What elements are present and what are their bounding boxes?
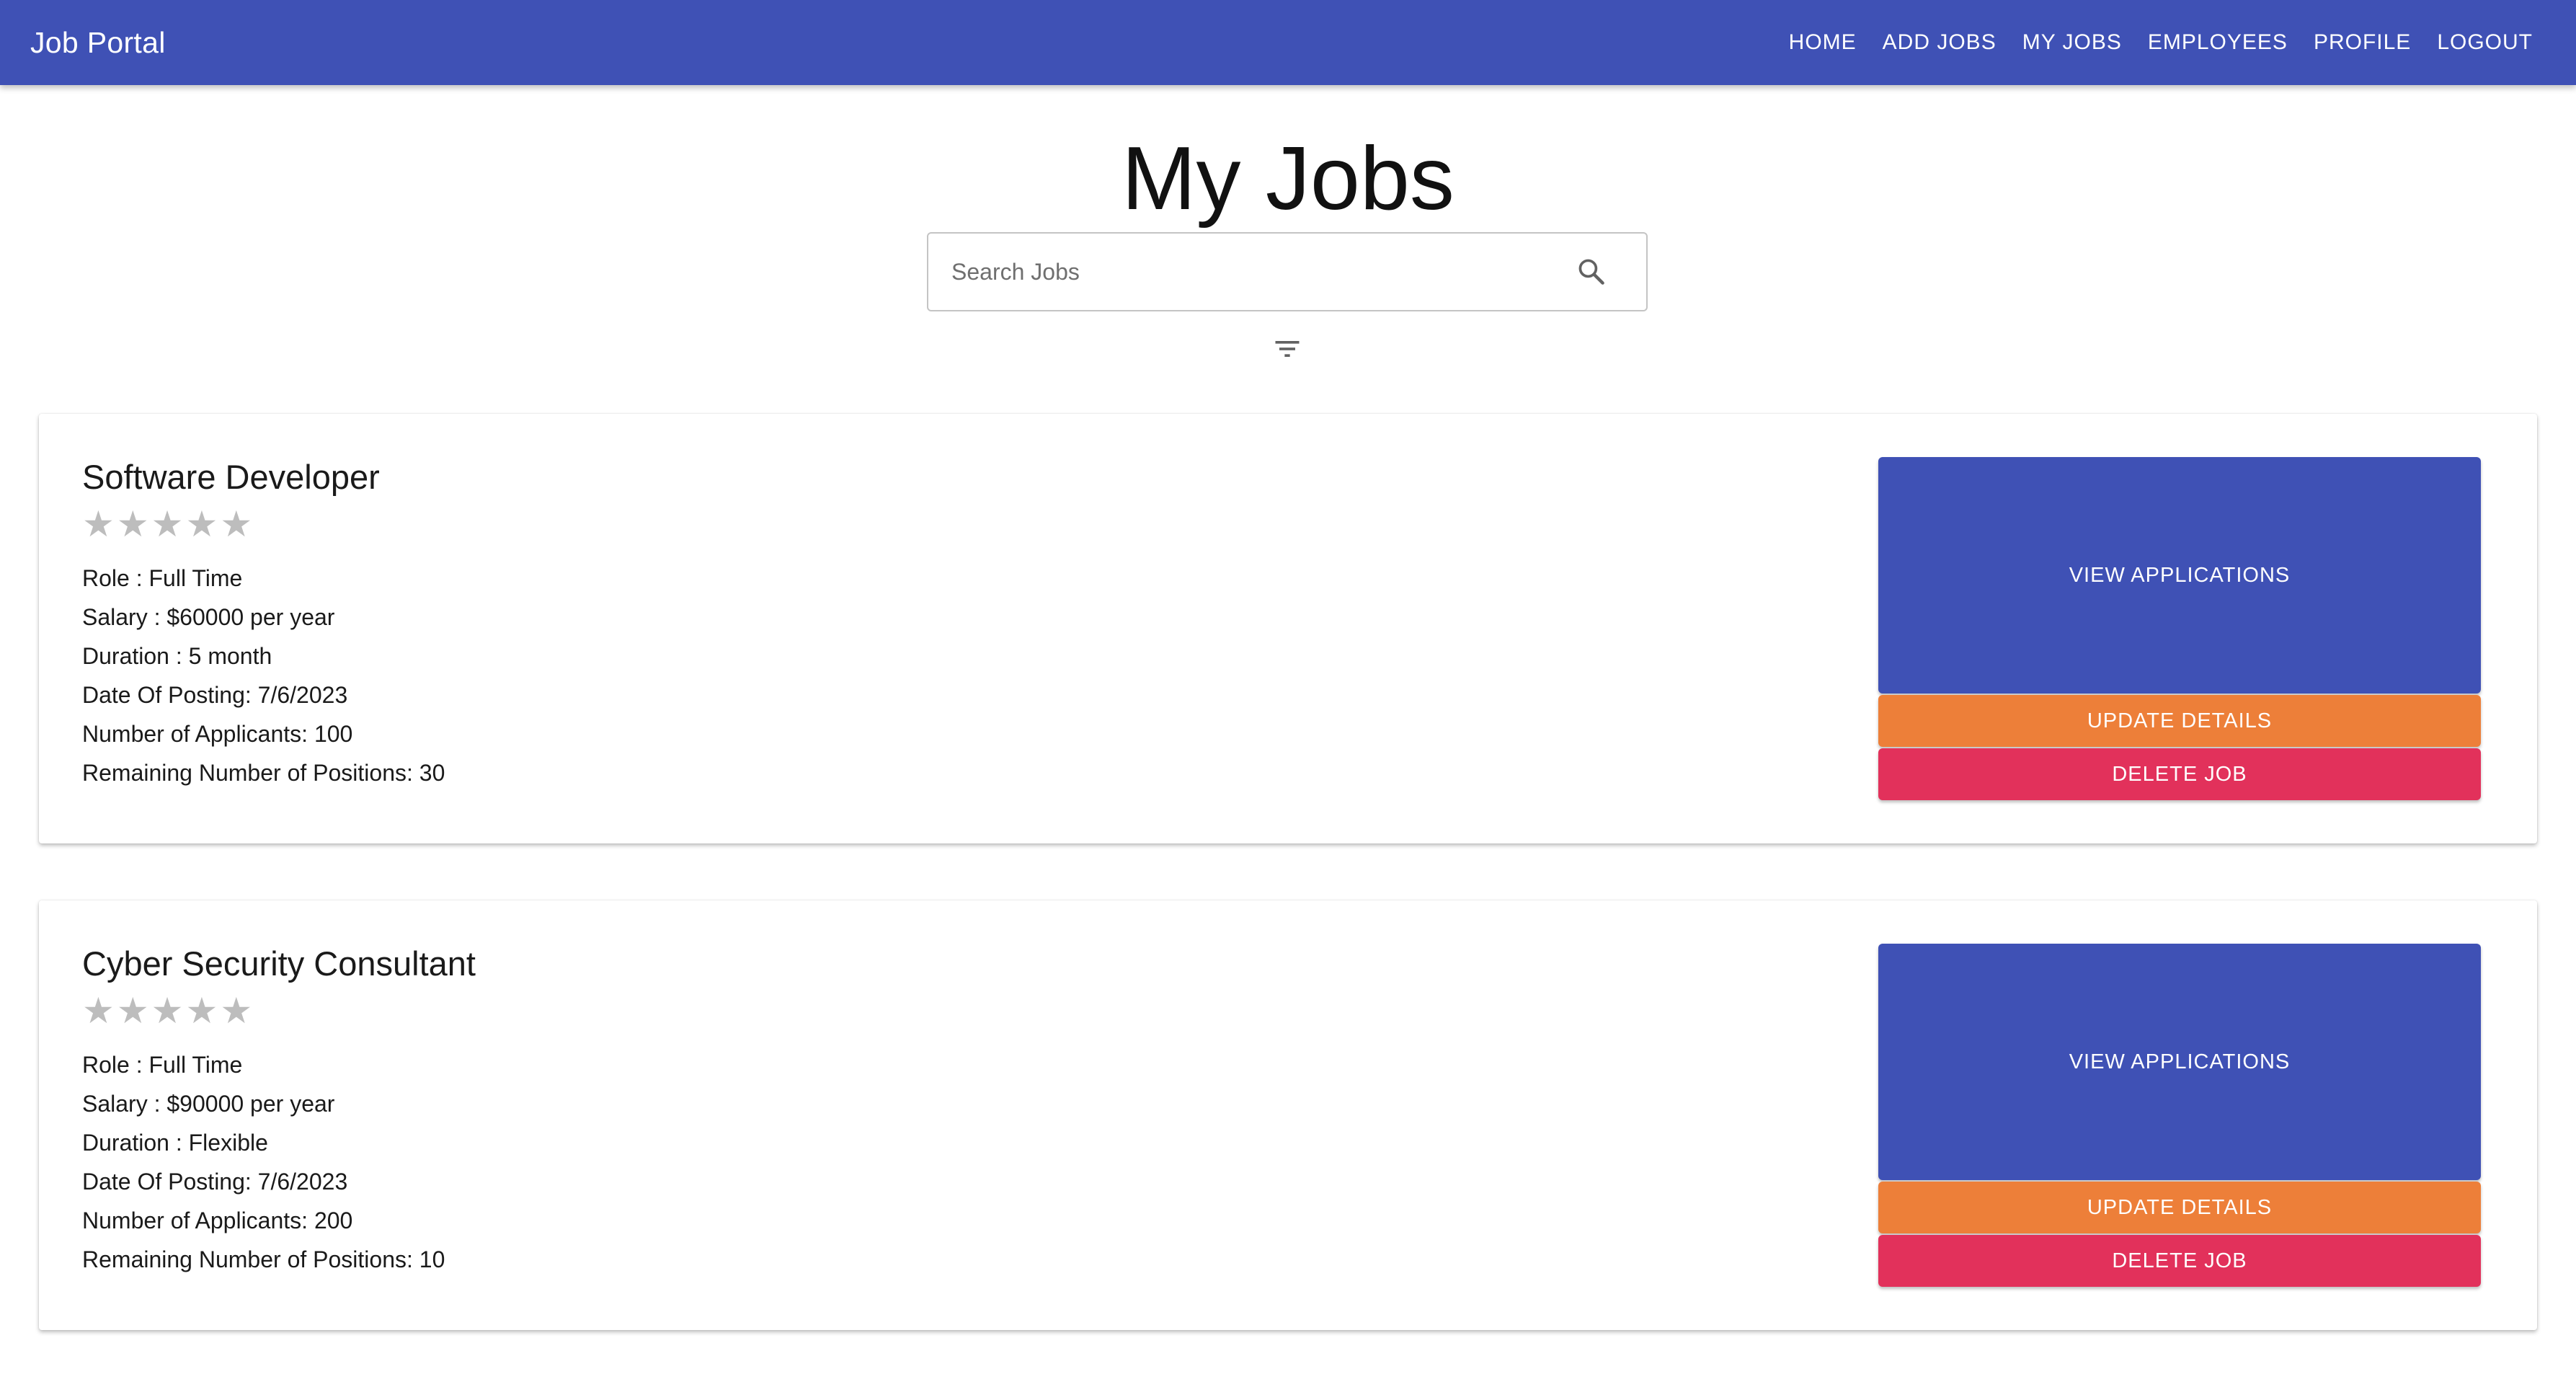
job-card: Software Developer ★ ★ ★ ★ ★ Role : Full… <box>39 414 2537 843</box>
job-actions: VIEW APPLICATIONS UPDATE DETAILS DELETE … <box>1878 944 2481 1287</box>
view-applications-button[interactable]: VIEW APPLICATIONS <box>1878 457 2481 694</box>
update-details-button[interactable]: UPDATE DETAILS <box>1878 695 2481 747</box>
nav-my-jobs[interactable]: MY JOBS <box>2009 30 2135 55</box>
view-applications-button[interactable]: VIEW APPLICATIONS <box>1878 944 2481 1180</box>
job-card: Cyber Security Consultant ★ ★ ★ ★ ★ Role… <box>39 900 2537 1330</box>
job-title: Software Developer <box>82 458 380 496</box>
star-icon[interactable]: ★ <box>117 506 149 542</box>
star-icon[interactable]: ★ <box>151 506 184 542</box>
job-salary: Salary : $60000 per year <box>82 604 335 630</box>
job-details: Role : Full Time Salary : $60000 per yea… <box>82 565 445 799</box>
filter-icon-glyph <box>1275 341 1300 357</box>
job-date-of-posting: Date Of Posting: 7/6/2023 <box>82 1169 348 1195</box>
job-role: Role : Full Time <box>82 565 243 591</box>
job-salary: Salary : $90000 per year <box>82 1091 335 1117</box>
job-applicants: Number of Applicants: 200 <box>82 1208 353 1233</box>
delete-job-button[interactable]: DELETE JOB <box>1878 748 2481 800</box>
job-remaining-positions: Remaining Number of Positions: 10 <box>82 1246 445 1272</box>
star-icon[interactable]: ★ <box>220 993 252 1029</box>
top-nav: HOME ADD JOBS MY JOBS EMPLOYEES PROFILE … <box>1776 30 2546 55</box>
job-actions: VIEW APPLICATIONS UPDATE DETAILS DELETE … <box>1878 457 2481 800</box>
job-duration: Duration : 5 month <box>82 643 272 669</box>
job-rating[interactable]: ★ ★ ★ ★ ★ <box>82 506 252 542</box>
job-applicants: Number of Applicants: 100 <box>82 721 353 747</box>
update-details-button[interactable]: UPDATE DETAILS <box>1878 1182 2481 1233</box>
star-icon[interactable]: ★ <box>82 993 115 1029</box>
app-bar: Job Portal HOME ADD JOBS MY JOBS EMPLOYE… <box>0 0 2576 85</box>
star-icon[interactable]: ★ <box>151 993 184 1029</box>
search-icon-glyph <box>1578 259 1604 285</box>
nav-employees[interactable]: EMPLOYEES <box>2135 30 2301 55</box>
job-duration: Duration : Flexible <box>82 1130 268 1156</box>
job-title: Cyber Security Consultant <box>82 944 476 983</box>
filter-icon[interactable] <box>1271 333 1303 365</box>
search-icon[interactable] <box>1573 253 1610 291</box>
star-icon[interactable]: ★ <box>220 506 252 542</box>
delete-job-button[interactable]: DELETE JOB <box>1878 1235 2481 1287</box>
star-icon[interactable]: ★ <box>82 506 115 542</box>
search-input[interactable] <box>950 257 1573 286</box>
nav-add-jobs[interactable]: ADD JOBS <box>1870 30 2009 55</box>
job-rating[interactable]: ★ ★ ★ ★ ★ <box>82 993 252 1029</box>
job-details: Role : Full Time Salary : $90000 per yea… <box>82 1052 445 1285</box>
star-icon[interactable]: ★ <box>185 993 218 1029</box>
star-icon[interactable]: ★ <box>117 993 149 1029</box>
job-role: Role : Full Time <box>82 1052 243 1078</box>
job-date-of-posting: Date Of Posting: 7/6/2023 <box>82 682 348 708</box>
nav-logout[interactable]: LOGOUT <box>2424 30 2546 55</box>
app-title[interactable]: Job Portal <box>30 26 166 60</box>
nav-profile[interactable]: PROFILE <box>2301 30 2424 55</box>
search-box <box>927 232 1648 311</box>
nav-home[interactable]: HOME <box>1776 30 1870 55</box>
page-title: My Jobs <box>1122 129 1454 229</box>
star-icon[interactable]: ★ <box>185 506 218 542</box>
job-remaining-positions: Remaining Number of Positions: 30 <box>82 760 445 786</box>
